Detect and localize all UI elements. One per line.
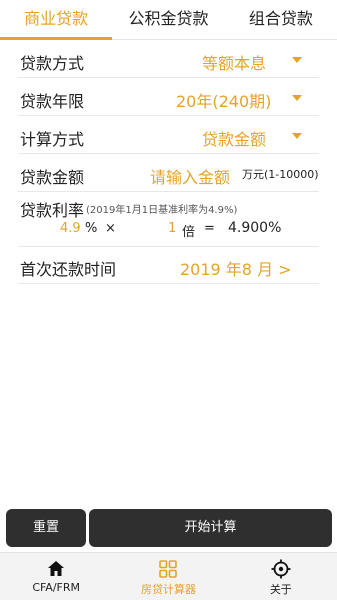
tab-commercial-loan[interactable]: 商业贷款	[0, 0, 112, 39]
tab-combined-loan[interactable]: 组合贷款	[225, 0, 337, 39]
first-payment-value[interactable]: 2019 年8 月 >	[180, 256, 292, 280]
nav-label-cfa-frm: CFA/FRM	[32, 581, 81, 594]
interest-rate-hint: (2019年1月1日基准利率为4.9%)	[86, 205, 238, 216]
loan-term-row[interactable]: 贷款年限 20年(240期)	[18, 78, 319, 116]
equals-sign: =	[204, 221, 215, 236]
calc-method-label: 计算方式	[20, 130, 85, 149]
grid-icon	[159, 560, 178, 578]
nav-item-about[interactable]: 关于	[225, 553, 337, 600]
first-payment-label: 首次还款时间	[20, 260, 117, 279]
rate-multiplier-input[interactable]: 1	[168, 221, 176, 236]
nav-label-mortgage-calculator: 房贷计算器	[140, 583, 196, 596]
repayment-method-label: 贷款方式	[20, 54, 85, 73]
multiply-sign: ×	[105, 221, 116, 236]
app-root: 商业贷款 公积金贷款 组合贷款 贷款方式 等额本息 贷款年限 20年(240期)…	[0, 0, 337, 600]
calc-method-value[interactable]: 贷款金额	[202, 126, 266, 150]
multiplier-unit: 倍	[182, 225, 196, 240]
tab-provident-fund-loan[interactable]: 公积金贷款	[112, 0, 224, 39]
loan-term-label: 贷款年限	[20, 92, 85, 111]
calc-method-row[interactable]: 计算方式 贷款金额	[18, 116, 319, 154]
crosshair-icon	[271, 559, 291, 579]
base-rate-input[interactable]: 4.9	[60, 221, 81, 236]
repayment-method-value[interactable]: 等额本息	[202, 50, 266, 74]
rate-formula: 4.9 % × 1 倍 = 4.900%	[18, 220, 319, 241]
start-calculation-button[interactable]: 开始计算	[89, 509, 332, 547]
loan-amount-input[interactable]: 请输入金额	[150, 164, 230, 188]
loan-amount-row: 贷款金额 请输入金额 万元(1-10000)	[18, 154, 319, 192]
repayment-method-row[interactable]: 贷款方式 等额本息	[18, 40, 319, 78]
loan-amount-label: 贷款金额	[20, 168, 85, 187]
interest-rate-label: 贷款利率	[20, 201, 85, 220]
chevron-down-icon[interactable]	[292, 133, 302, 139]
loan-term-value[interactable]: 20年(240期)	[176, 88, 271, 112]
interest-rate-row: 贷款利率 (2019年1月1日基准利率为4.9%) 4.9 % × 1 倍 = …	[18, 192, 319, 247]
home-icon	[48, 561, 65, 576]
effective-rate-value: 4.900%	[228, 220, 282, 236]
first-payment-row[interactable]: 首次还款时间 2019 年8 月 >	[18, 247, 319, 284]
reset-button[interactable]: 重置	[6, 509, 86, 547]
nav-label-about: 关于	[269, 583, 292, 596]
bottom-nav: CFA/FRM 房贷计算器 关于	[0, 552, 337, 600]
loan-type-tabs: 商业贷款 公积金贷款 组合贷款	[0, 0, 337, 40]
percent-sign: %	[85, 221, 98, 236]
chevron-down-icon[interactable]	[292, 95, 302, 101]
chevron-down-icon[interactable]	[292, 57, 302, 63]
nav-item-mortgage-calculator[interactable]: 房贷计算器	[112, 553, 224, 600]
nav-item-cfa-frm[interactable]: CFA/FRM	[0, 553, 112, 600]
loan-amount-unit: 万元(1-10000)	[242, 168, 319, 181]
